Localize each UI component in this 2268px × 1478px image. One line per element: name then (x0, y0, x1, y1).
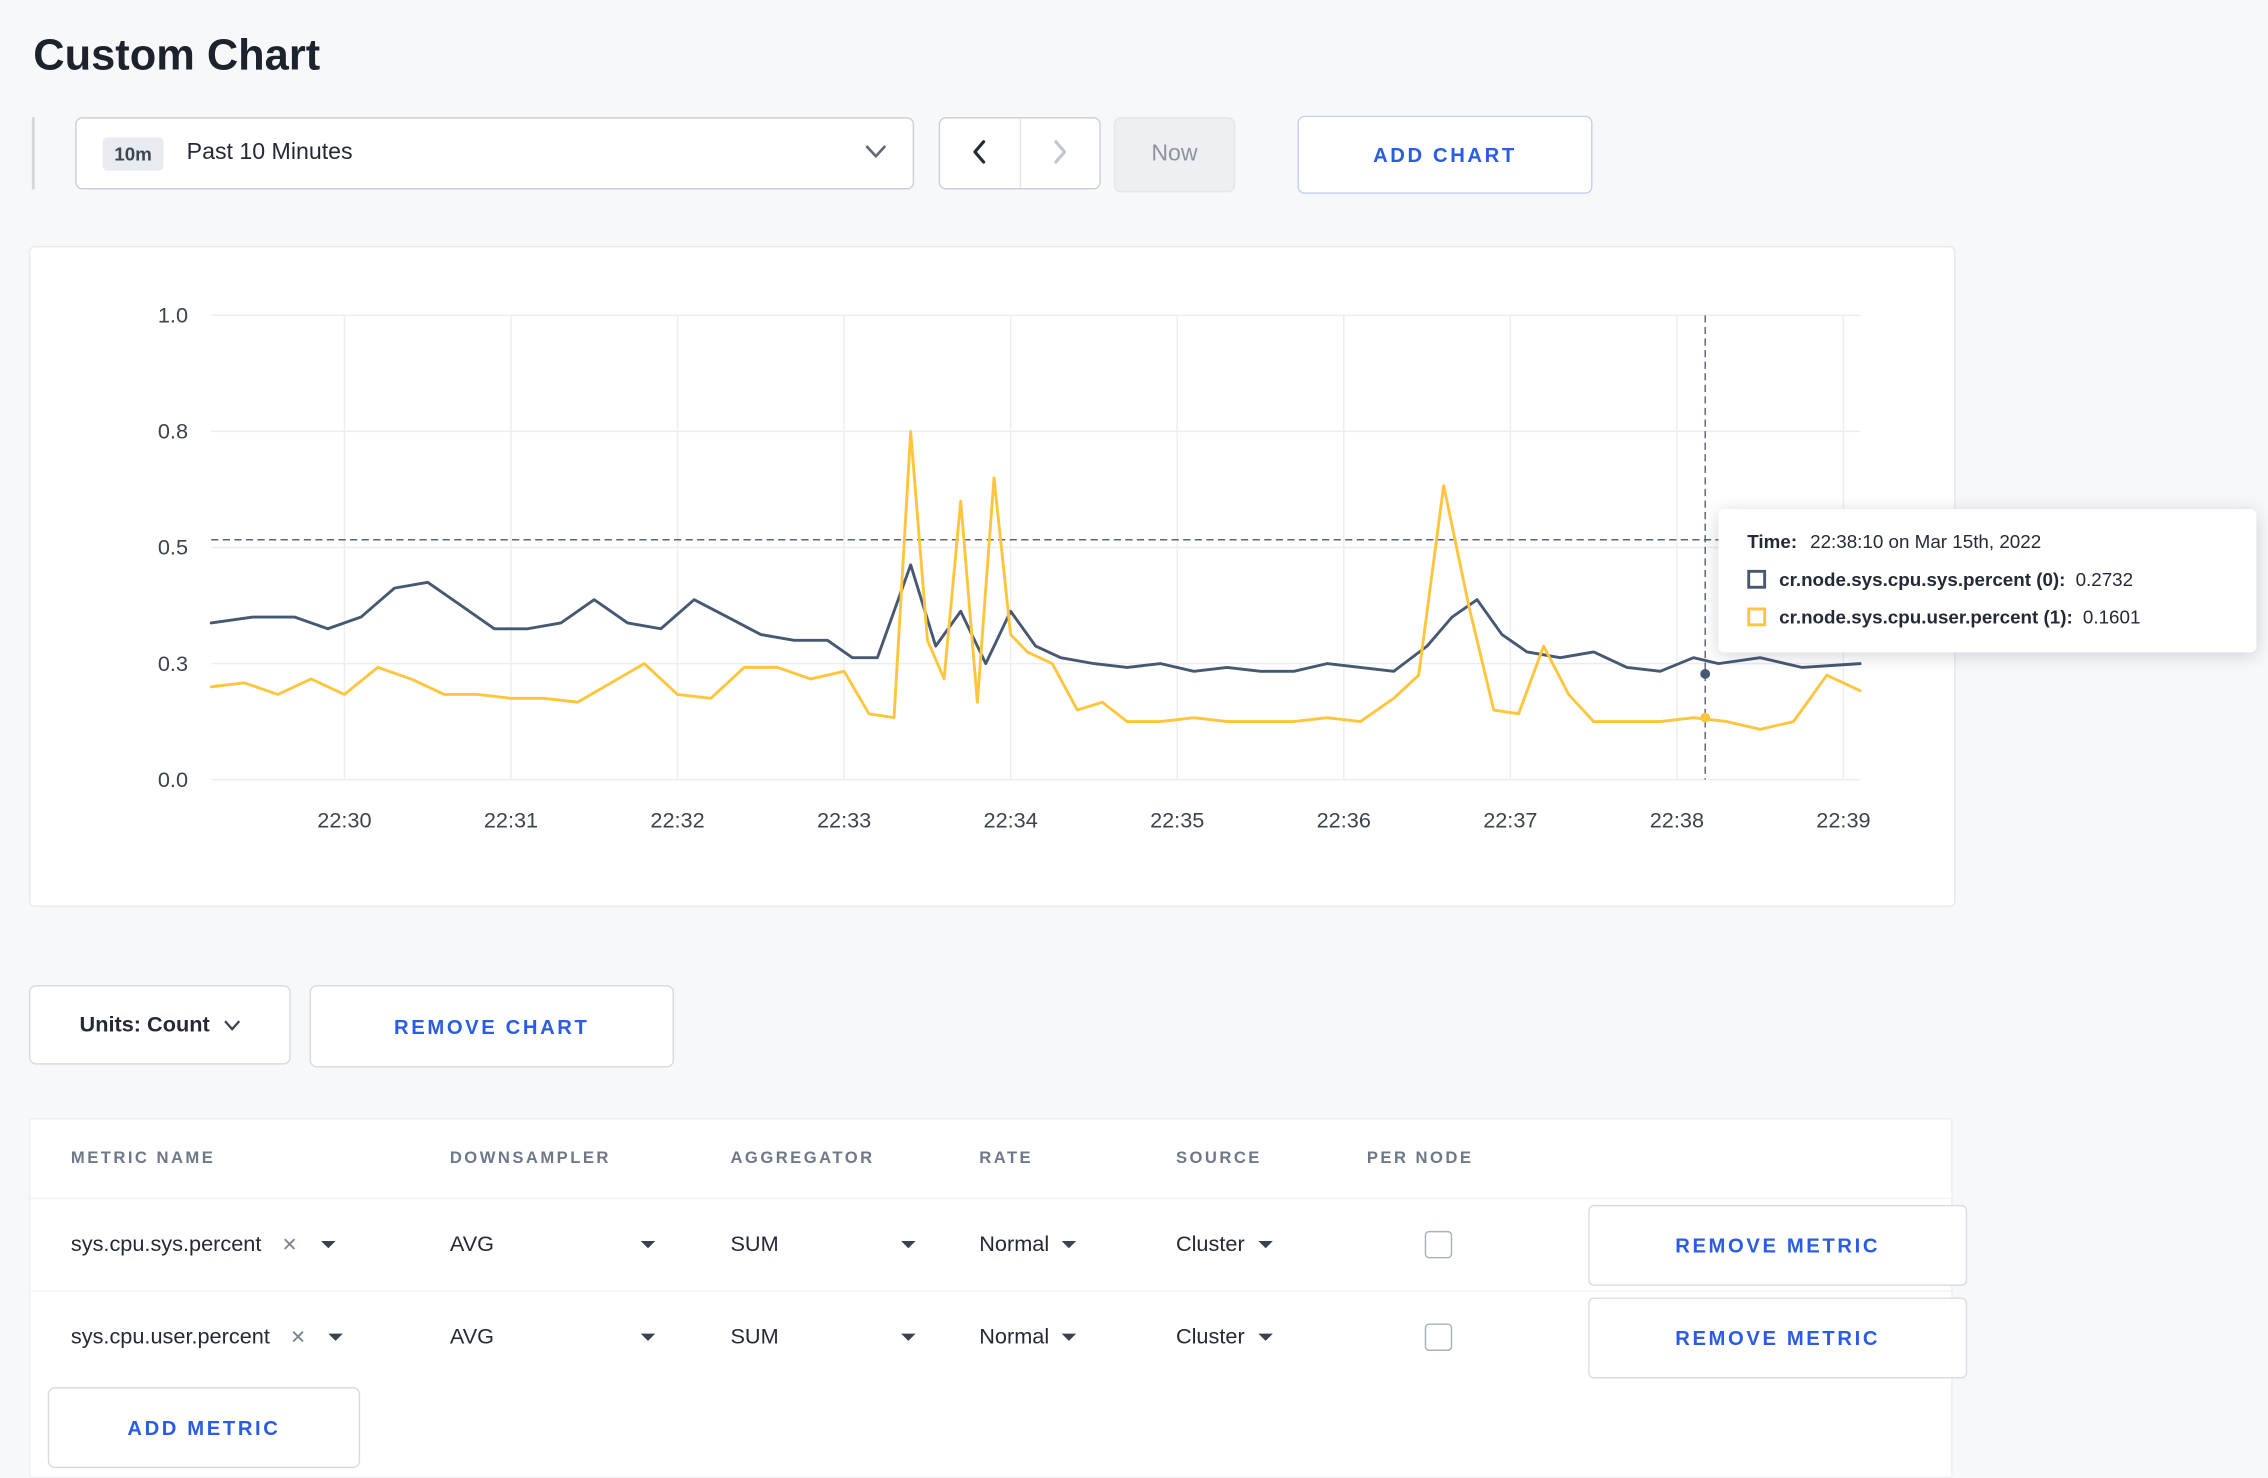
svg-text:22:37: 22:37 (1483, 807, 1537, 832)
tooltip-series-row: cr.node.sys.cpu.sys.percent (0): 0.2732 (1747, 568, 2227, 590)
add-metric-button[interactable]: ADD METRIC (47, 1387, 361, 1469)
tooltip-time-label: Time: (1747, 530, 1798, 553)
now-button[interactable]: Now (1113, 117, 1236, 193)
units-label: Units: Count (79, 1012, 210, 1038)
caret-down-icon (329, 1333, 344, 1341)
svg-text:22:35: 22:35 (1150, 807, 1204, 832)
source-select[interactable]: Cluster (1176, 1232, 1367, 1257)
svg-text:22:33: 22:33 (817, 807, 871, 832)
remove-chart-button[interactable]: REMOVE CHART (309, 985, 675, 1068)
header-aggregator: AGGREGATOR (730, 1149, 875, 1168)
header-per-node: PER NODE (1366, 1149, 1474, 1168)
tooltip-series-row: cr.node.sys.cpu.user.percent (1): 0.1601 (1747, 606, 2227, 628)
svg-text:22:38: 22:38 (1650, 807, 1704, 832)
downsampler-select[interactable]: AVG (449, 1324, 656, 1350)
time-nav-group (938, 117, 1101, 190)
per-node-checkbox[interactable] (1424, 1323, 1453, 1351)
aggregator-value: SUM (730, 1232, 779, 1257)
clear-metric-icon[interactable]: ✕ (290, 1326, 306, 1349)
remove-metric-button[interactable]: REMOVE METRIC (1588, 1296, 1968, 1378)
add-chart-button[interactable]: ADD CHART (1297, 115, 1593, 194)
rate-select[interactable]: Normal (979, 1325, 1176, 1350)
series-sys-swatch-icon (1747, 569, 1767, 589)
caret-down-icon (901, 1333, 916, 1341)
tooltip-series-label: cr.node.sys.cpu.user.percent (1): (1779, 606, 2073, 628)
metric-name-value: sys.cpu.user.percent (70, 1324, 270, 1350)
caret-down-icon (1257, 1241, 1273, 1249)
tooltip-series-value: 0.1601 (2082, 606, 2141, 628)
metric-name-value: sys.cpu.sys.percent (70, 1232, 262, 1257)
tooltip-time: Time: 22:38:10 on Mar 15th, 2022 (1747, 531, 2227, 553)
metric-name-select[interactable]: sys.cpu.sys.percent ✕ (71, 1232, 450, 1257)
downsampler-select[interactable]: AVG (449, 1232, 656, 1257)
aggregator-select[interactable]: SUM (730, 1324, 916, 1350)
svg-text:0.8: 0.8 (158, 419, 188, 444)
chevron-down-icon (865, 140, 887, 166)
caret-down-icon (320, 1241, 336, 1249)
source-value: Cluster (1175, 1324, 1245, 1350)
header-metric-name: METRIC NAME (70, 1149, 216, 1168)
caret-down-icon (1062, 1241, 1077, 1249)
chart-tooltip: Time: 22:38:10 on Mar 15th, 2022 cr.node.… (1718, 509, 2257, 653)
table-row: sys.cpu.user.percent ✕ AVG SUM Normal Cl… (30, 1290, 1968, 1383)
svg-text:22:31: 22:31 (484, 807, 538, 832)
chevron-left-icon (971, 138, 988, 168)
header-rate: RATE (979, 1149, 1034, 1168)
downsampler-value: AVG (449, 1324, 495, 1350)
metric-name-select[interactable]: sys.cpu.user.percent ✕ (71, 1325, 450, 1350)
caret-down-icon (901, 1241, 916, 1249)
time-range-label: Past 10 Minutes (186, 140, 353, 165)
next-time-button[interactable] (1019, 118, 1100, 189)
tooltip-series-label: cr.node.sys.cpu.sys.percent (0): (1779, 568, 2066, 591)
metrics-table: METRIC NAME DOWNSAMPLER AGGREGATOR RATE … (28, 1118, 1968, 1478)
svg-text:0.0: 0.0 (158, 767, 188, 792)
prev-time-button[interactable] (940, 118, 1020, 189)
series-user-swatch-icon (1747, 607, 1767, 627)
svg-text:0.3: 0.3 (158, 651, 188, 676)
time-range-dropdown[interactable]: 10m Past 10 Minutes (75, 117, 915, 190)
caret-down-icon (1257, 1333, 1273, 1341)
aggregator-select[interactable]: SUM (730, 1232, 916, 1257)
remove-metric-button[interactable]: REMOVE METRIC (1588, 1204, 1968, 1286)
source-select[interactable]: Cluster (1176, 1325, 1367, 1350)
header-source: SOURCE (1175, 1149, 1262, 1168)
units-dropdown[interactable]: Units: Count (28, 985, 291, 1065)
caret-down-icon (640, 1241, 656, 1249)
svg-text:1.0: 1.0 (158, 303, 188, 328)
page-title: Custom Chart (33, 31, 321, 80)
metrics-table-header: METRIC NAME DOWNSAMPLER AGGREGATOR RATE … (30, 1120, 1951, 1198)
svg-text:22:39: 22:39 (1816, 807, 1870, 832)
toolbar-left-divider (31, 117, 35, 190)
time-range-badge: 10m (102, 136, 164, 170)
svg-text:22:36: 22:36 (1317, 807, 1371, 832)
header-downsampler: DOWNSAMPLER (449, 1149, 611, 1168)
tooltip-time-value: 22:38:10 on Mar 15th, 2022 (1810, 530, 2042, 553)
svg-text:22:30: 22:30 (317, 807, 371, 832)
downsampler-value: AVG (449, 1232, 495, 1257)
chevron-down-icon (224, 1012, 240, 1037)
clear-metric-icon[interactable]: ✕ (282, 1233, 298, 1256)
custom-chart-page: Custom Chart 10m Past 10 Minutes Now ADD… (0, 0, 2268, 1478)
svg-text:22:32: 22:32 (650, 807, 704, 832)
caret-down-icon (640, 1333, 656, 1341)
rate-value: Normal (979, 1324, 1050, 1350)
svg-text:0.5: 0.5 (158, 535, 188, 560)
chart-canvas[interactable]: 0.0 0.3 0.5 0.8 1.0 22:30 22:31 22:32 22:33 22:34… (30, 247, 1954, 905)
chart-card: 0.0 0.3 0.5 0.8 1.0 22:30 22:31 22:32 22:33 22:34… (28, 245, 1956, 907)
chevron-right-icon (1051, 138, 1068, 168)
tooltip-series-value: 0.2732 (2075, 568, 2134, 591)
svg-text:22:34: 22:34 (984, 807, 1038, 832)
per-node-checkbox[interactable] (1424, 1230, 1453, 1259)
rate-select[interactable]: Normal (979, 1232, 1176, 1257)
aggregator-value: SUM (730, 1324, 779, 1350)
rate-value: Normal (979, 1232, 1050, 1257)
table-row: sys.cpu.sys.percent ✕ AVG SUM Normal Clu… (30, 1197, 1968, 1291)
caret-down-icon (1062, 1333, 1077, 1341)
source-value: Cluster (1175, 1232, 1245, 1257)
